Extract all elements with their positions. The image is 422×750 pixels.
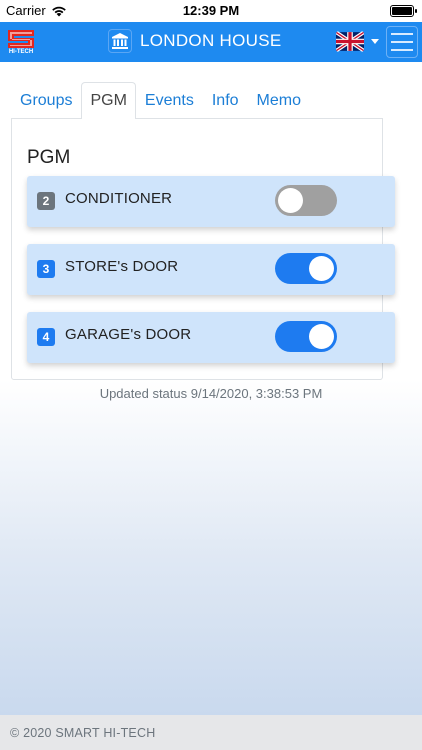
pgm-item-conditioner: 2 CONDITIONER <box>27 176 395 227</box>
pgm-number-badge: 2 <box>37 192 55 210</box>
logo-caption: HI-TECH <box>8 49 34 55</box>
pgm-toggle-stores-door[interactable] <box>275 253 337 284</box>
status-bar: Carrier 12:39 PM <box>0 0 422 22</box>
pgm-name: CONDITIONER <box>65 190 173 207</box>
language-dropdown-caret-icon[interactable] <box>371 39 379 44</box>
uk-flag-icon[interactable] <box>336 31 364 52</box>
brand-logo[interactable]: HI-TECH <box>5 26 37 58</box>
pgm-name: GARAGE's DOOR <box>65 326 192 343</box>
tab-bar: Groups PGM Events Info Memo <box>11 82 383 119</box>
tab-pgm[interactable]: PGM <box>81 82 136 119</box>
toggle-knob <box>309 324 334 349</box>
tab-info[interactable]: Info <box>203 82 248 119</box>
hamburger-menu-button[interactable] <box>386 26 418 58</box>
site-title[interactable]: LONDON HOUSE <box>108 29 282 53</box>
menu-line <box>391 49 413 51</box>
tab-memo[interactable]: Memo <box>248 82 310 119</box>
pgm-item-garages-door: 4 GARAGE's DOOR <box>27 312 395 363</box>
toggle-knob <box>309 256 334 281</box>
panel-title: PGM <box>27 147 71 168</box>
updated-status-text: Updated status 9/14/2020, 3:38:53 PM <box>99 386 323 401</box>
pgm-toggle-conditioner[interactable] <box>275 185 337 216</box>
pgm-toggle-garages-door[interactable] <box>275 321 337 352</box>
top-navbar: HI-TECH LONDON HOUSE <box>0 22 422 62</box>
pgm-item-stores-door: 3 STORE's DOOR <box>27 244 395 295</box>
battery-icon <box>390 5 417 17</box>
toggle-knob <box>278 188 303 213</box>
tab-groups[interactable]: Groups <box>11 82 81 119</box>
menu-line <box>391 33 413 35</box>
pgm-name: STORE's DOOR <box>65 258 179 275</box>
clock: 12:39 PM <box>182 3 240 18</box>
pgm-number-badge: 3 <box>37 260 55 278</box>
tab-events[interactable]: Events <box>136 82 203 119</box>
copyright-text: © 2020 SMART HI-TECH <box>10 725 156 740</box>
footer: © 2020 SMART HI-TECH <box>0 715 422 750</box>
site-title-label: LONDON HOUSE <box>140 31 282 50</box>
building-icon <box>108 29 132 53</box>
pgm-number-badge: 4 <box>37 328 55 346</box>
menu-line <box>391 41 413 43</box>
